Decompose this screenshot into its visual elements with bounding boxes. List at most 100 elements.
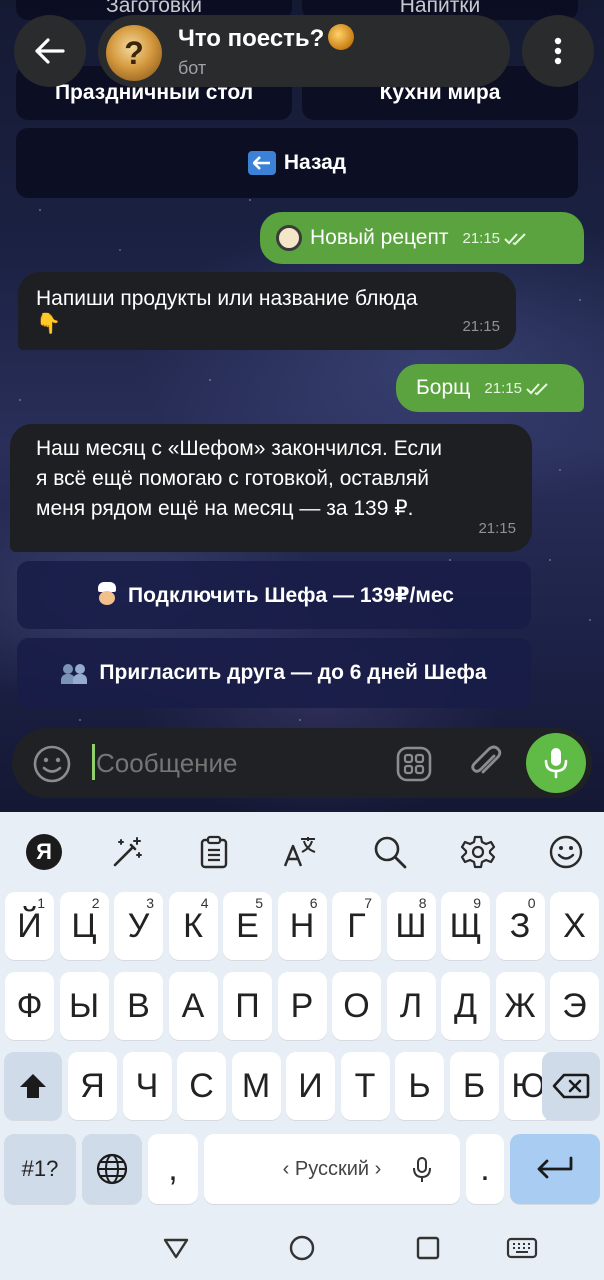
space-key-label: ‹ Русский › (282, 1157, 382, 1180)
shift-key[interactable] (4, 1052, 62, 1120)
enter-key[interactable] (510, 1134, 600, 1204)
coin-emoji-icon (328, 24, 355, 50)
letter-key[interactable]: Ц2 (59, 892, 109, 960)
nav-keyboard-button[interactable] (504, 1230, 540, 1266)
letter-key[interactable]: З0 (495, 892, 545, 960)
key-number-hint: 3 (146, 895, 154, 911)
chat-title: Что поесть? (178, 24, 355, 53)
subscribe-chef-button[interactable]: Подключить Шефа — 139₽/мес (17, 561, 531, 629)
clipboard-button[interactable] (194, 832, 234, 872)
letter-key[interactable]: К4 (168, 892, 218, 960)
letter-key[interactable]: Е5 (223, 892, 272, 960)
letter-key[interactable]: С (177, 1052, 226, 1120)
more-menu-button[interactable] (522, 15, 594, 87)
letter-key[interactable]: В (114, 972, 163, 1040)
attach-button[interactable] (464, 742, 506, 784)
letter-key[interactable]: Н6 (277, 892, 327, 960)
message-text-line: меня рядом ещё на месяц — за 139 ₽. (36, 497, 414, 520)
letter-key[interactable]: Ь (395, 1052, 444, 1120)
letter-key[interactable]: Щ9 (441, 892, 490, 960)
letter-key[interactable]: Ж (495, 972, 545, 1040)
letter-key[interactable]: Б (449, 1052, 499, 1120)
nav-back-button[interactable] (158, 1230, 194, 1266)
bot-button-label: Назад (283, 151, 347, 174)
letter-key[interactable]: У3 (114, 892, 163, 960)
comma-key[interactable]: , (148, 1134, 198, 1204)
letter-key[interactable]: Я (68, 1052, 117, 1120)
message-incoming[interactable]: Напиши продукты или название блюда 👇 21:… (18, 272, 516, 350)
circle-home-icon (289, 1235, 315, 1261)
letter-key[interactable]: Ы (59, 972, 109, 1040)
nav-recents-button[interactable] (410, 1230, 446, 1266)
yandex-button[interactable]: Я (24, 832, 64, 872)
magic-wand-button[interactable] (108, 832, 148, 872)
letter-key-label: У (127, 906, 150, 945)
back-button[interactable] (14, 15, 86, 87)
search-icon (374, 836, 407, 869)
letter-key[interactable]: Т (340, 1052, 390, 1120)
message-outgoing[interactable]: Борщ 21:15 (396, 364, 584, 412)
paperclip-icon (471, 745, 502, 774)
letter-key[interactable]: А (168, 972, 218, 1040)
message-outgoing[interactable]: Новый рецепт 21:15 (260, 212, 584, 264)
translate-button[interactable] (280, 832, 320, 872)
letter-key[interactable]: Г7 (332, 892, 381, 960)
key-number-hint: 4 (200, 895, 209, 911)
chef-emoji-icon (94, 582, 120, 608)
letter-key-label: Г (347, 906, 366, 945)
letter-key[interactable]: Л (386, 972, 436, 1040)
clipboard-icon (200, 835, 228, 869)
message-time: 21:15 (484, 380, 550, 397)
message-input[interactable] (96, 740, 376, 786)
settings-button[interactable] (458, 832, 498, 872)
subscribe-chef-label: Подключить Шефа — 139₽/мес (128, 583, 454, 607)
people-emoji-icon (61, 662, 91, 684)
letter-key[interactable]: Й1 (5, 892, 54, 960)
message-text-line: Наш месяц с «Шефом» закончился. Если (36, 437, 442, 460)
letter-key[interactable]: О (332, 972, 381, 1040)
bot-button-back[interactable]: Назад (16, 128, 578, 198)
invite-friend-button[interactable]: Пригласить друга — до 6 дней Шефа (17, 638, 531, 708)
letter-key-label: Щ (449, 906, 482, 945)
message-time: 21:15 (462, 318, 500, 335)
letter-key[interactable]: М (231, 1052, 281, 1120)
letter-key[interactable]: Х (550, 892, 599, 960)
globe-icon (96, 1153, 128, 1185)
letter-key[interactable]: Р (277, 972, 327, 1040)
square-recents-icon (416, 1236, 440, 1260)
nav-home-button[interactable] (284, 1230, 320, 1266)
message-incoming[interactable]: Наш месяц с «Шефом» закончился. Если я в… (10, 424, 532, 552)
back-arrow-icon (247, 151, 276, 175)
letter-key-label: Ц (71, 906, 97, 945)
backspace-icon (552, 1073, 590, 1099)
language-key[interactable] (82, 1134, 142, 1204)
voice-record-button[interactable] (526, 733, 586, 793)
emoji-button[interactable] (32, 744, 72, 784)
letter-key[interactable]: Д (441, 972, 490, 1040)
letter-key-label: К (183, 906, 203, 945)
letter-key[interactable]: Ч (122, 1052, 172, 1120)
search-button[interactable] (370, 832, 410, 872)
comma-key-label: , (168, 1149, 178, 1188)
space-key[interactable]: ‹ Русский › (204, 1134, 460, 1204)
symbols-key-label: #1? (21, 1156, 59, 1181)
letter-key[interactable]: П (223, 972, 272, 1040)
backspace-key[interactable] (542, 1052, 600, 1120)
smiley-icon (549, 835, 583, 869)
letter-key[interactable]: И (286, 1052, 335, 1120)
key-number-hint: 8 (418, 895, 427, 911)
double-check-icon (526, 382, 548, 395)
gear-icon (460, 835, 496, 869)
letter-key[interactable]: Ф (5, 972, 54, 1040)
letter-key[interactable]: Э (550, 972, 599, 1040)
double-check-icon (504, 232, 526, 245)
emoji-keyboard-button[interactable] (546, 832, 586, 872)
letter-key[interactable]: Ш8 (386, 892, 436, 960)
period-key[interactable]: . (466, 1134, 504, 1204)
bot-avatar[interactable]: ? (106, 25, 162, 81)
symbols-key[interactable]: #1? (4, 1134, 76, 1204)
key-number-hint: 6 (309, 895, 318, 911)
bot-commands-button[interactable] (394, 744, 434, 784)
magic-wand-icon (113, 837, 142, 867)
yandex-logo-icon: Я (26, 834, 62, 870)
